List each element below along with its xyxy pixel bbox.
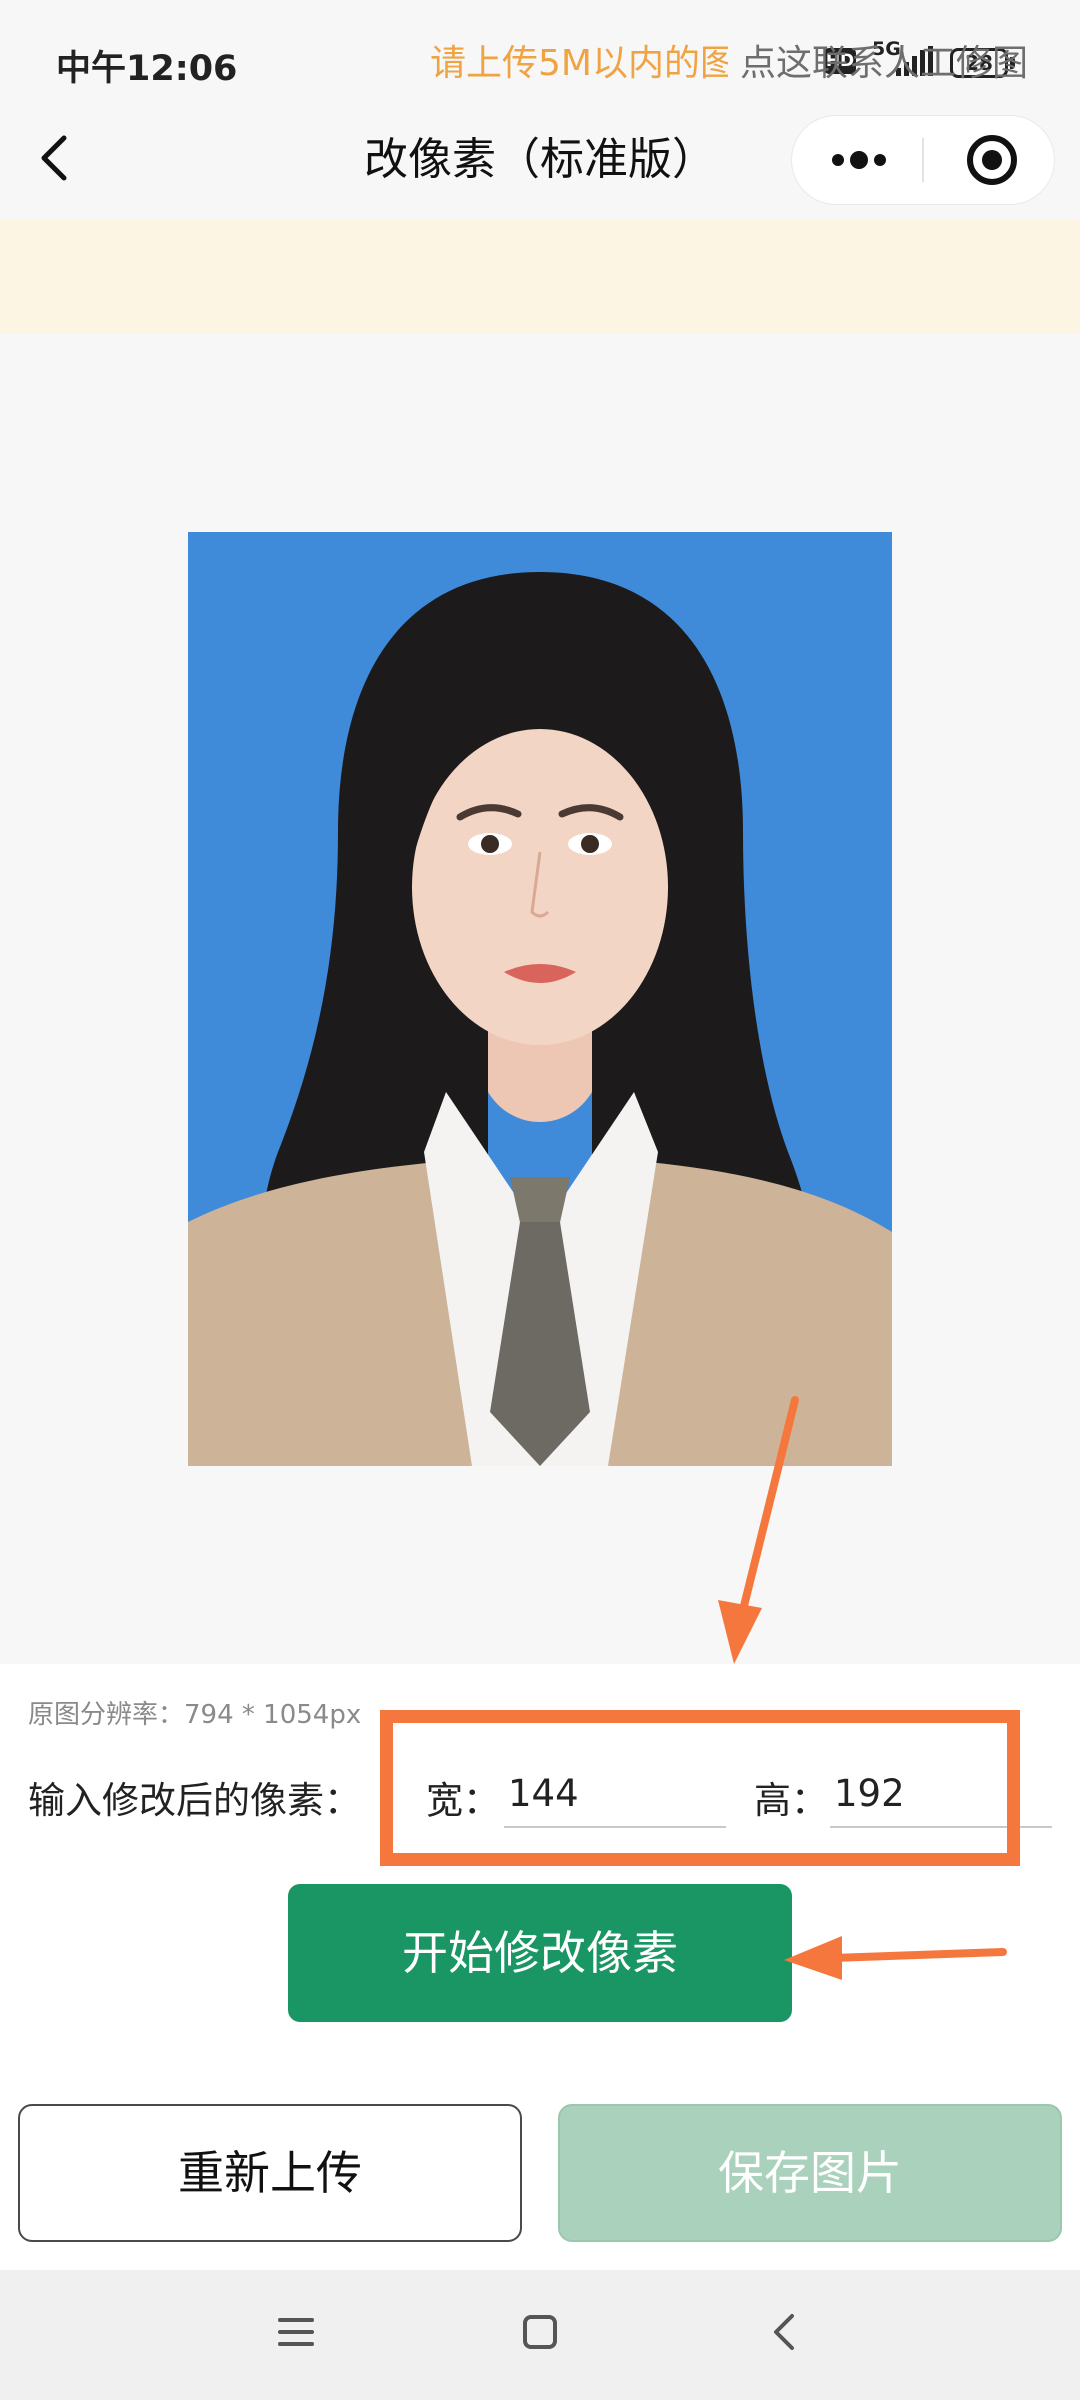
id-photo [188, 532, 892, 1466]
annotation-highlight-box [380, 1710, 1020, 1866]
input-pixels-label: 输入修改后的像素： [28, 1779, 361, 1822]
notice-bar [0, 220, 1080, 334]
chevron-left-icon[interactable] [28, 128, 88, 188]
original-resolution: 原图分辨率：794 * 1054px [28, 1700, 362, 1730]
save-image-button[interactable]: 保存图片 [558, 2104, 1062, 2242]
status-time: 中午12:06 [56, 49, 238, 89]
reupload-button[interactable]: 重新上传 [18, 2104, 522, 2242]
back-chevron-icon[interactable] [754, 2300, 818, 2364]
notice-text: 请上传5M以内的图 [430, 43, 728, 84]
contact-support-link[interactable]: 点这联系人工修图 [740, 34, 1028, 86]
target-circle-icon[interactable] [928, 120, 1048, 200]
home-square-icon[interactable] [508, 2300, 572, 2364]
more-dots-icon[interactable] [800, 120, 918, 200]
start-resize-button[interactable]: 开始修改像素 [288, 1884, 792, 2022]
menu-icon[interactable] [264, 2300, 328, 2364]
capsule-divider [922, 138, 924, 182]
